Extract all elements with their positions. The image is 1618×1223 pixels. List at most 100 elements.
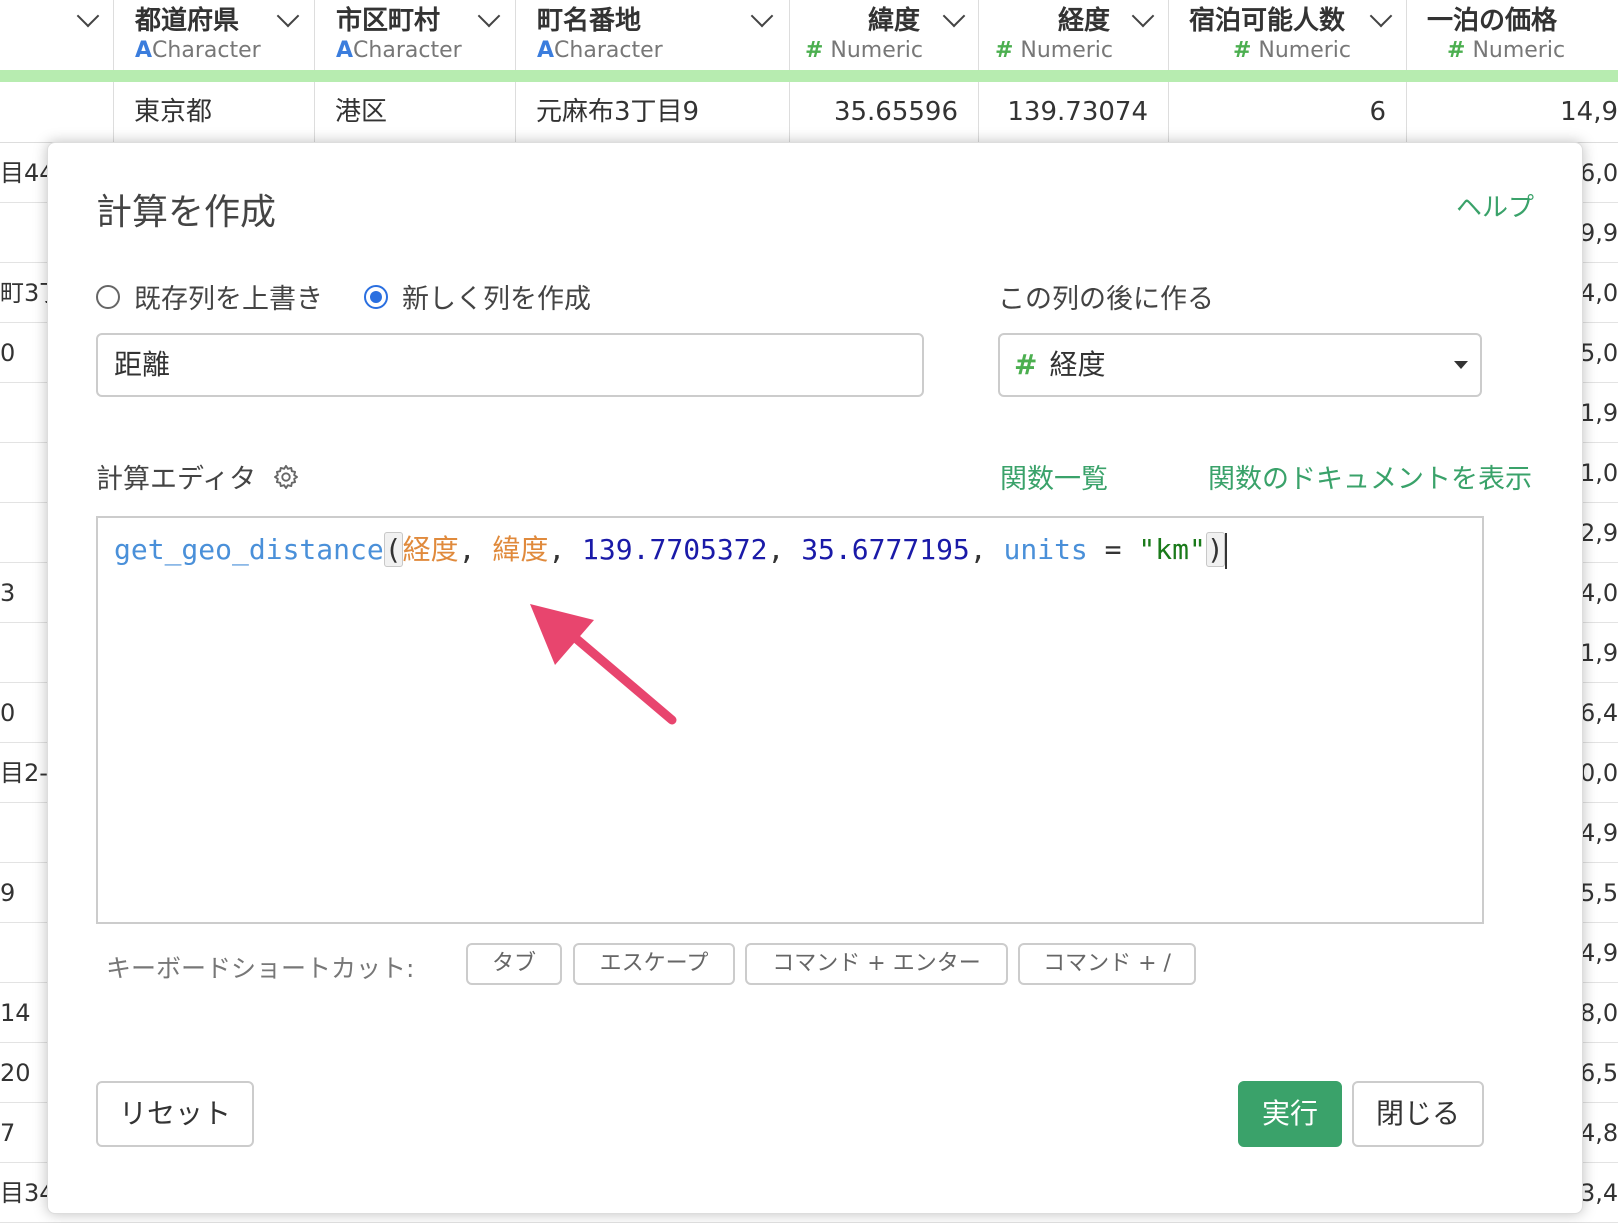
column-type: Numeric — [1472, 38, 1566, 63]
dialog-title: 計算を作成 — [96, 192, 277, 233]
table-cell: 6,5 — [1580, 1059, 1618, 1087]
column-name: 緯度 — [867, 6, 920, 36]
new-column-name-input[interactable]: 距離 — [96, 333, 924, 397]
column-name: 経度 — [1057, 6, 1110, 36]
numeric-type-icon: # — [994, 38, 1014, 63]
editor-label: 計算エディタ — [96, 464, 257, 495]
table-cell: 4,9 — [1580, 939, 1618, 967]
numeric-type-icon: # — [1447, 38, 1466, 63]
column-type: Numeric — [1020, 38, 1113, 63]
table-cell: 6,4 — [1580, 699, 1618, 727]
table-cell: 5,5 — [1580, 879, 1618, 907]
shortcut-label: キーボードショートカット: — [106, 954, 415, 983]
column-header-longitude[interactable]: 経度 # Numeric — [979, 0, 1169, 70]
shortcut-command-enter: コマンド + エンター — [745, 943, 1008, 985]
editor-header: 計算エディタ — [96, 457, 300, 496]
code-paren: ) — [1205, 532, 1225, 567]
table-cell: 9,9 — [1580, 219, 1618, 247]
chevron-down-icon[interactable] — [276, 4, 300, 28]
numeric-type-icon: # — [1014, 348, 1038, 381]
numeric-type-icon: # — [1232, 38, 1252, 63]
column-header-prefecture[interactable]: 都道府県 ACharacter — [114, 0, 315, 70]
table-header: 都道府県 ACharacter 市区町村 ACharacter 町名番地 ACh… — [0, 0, 1618, 70]
chevron-down-icon[interactable] — [477, 4, 501, 28]
radio-checked-icon[interactable] — [364, 284, 388, 309]
column-type: Numeric — [1258, 38, 1351, 63]
row-number-header[interactable] — [0, 0, 114, 70]
table-cell: 9 — [0, 879, 16, 907]
chevron-down-icon[interactable] — [942, 4, 966, 28]
table-cell: 6,0 — [1580, 159, 1618, 187]
code-column: 経度 — [402, 533, 459, 566]
chevron-down-icon[interactable] — [76, 4, 100, 28]
table-cell: 7 — [0, 1119, 16, 1147]
chevron-down-icon[interactable] — [1369, 4, 1393, 28]
radio-label: 新しく列を作成 — [402, 284, 591, 315]
insert-after-column-select[interactable]: # 経度 — [998, 333, 1482, 397]
chevron-down-icon[interactable] — [750, 4, 774, 28]
table-cell: 0 — [0, 699, 16, 727]
function-docs-link[interactable]: 関数のドキュメントを表示 — [1208, 457, 1532, 496]
column-type: Character — [554, 38, 663, 63]
column-type: Character — [353, 38, 462, 63]
column-type: Numeric — [830, 38, 923, 63]
table-cell: 4,9 — [1580, 819, 1618, 847]
table-cell: 元麻布3丁目9 — [516, 82, 790, 142]
table-cell: 港区 — [315, 82, 516, 142]
gear-icon[interactable] — [272, 463, 300, 491]
table-cell: 4,8 — [1580, 1119, 1618, 1147]
radio-create-new[interactable]: 新しく列を作成 — [364, 277, 591, 316]
help-link[interactable]: ヘルプ — [1456, 187, 1534, 224]
reset-button[interactable]: リセット — [96, 1081, 254, 1147]
shortcut-command-slash: コマンド + / — [1018, 943, 1196, 985]
table-cell: 35.65596 — [790, 82, 979, 142]
create-calculation-dialog: 計算を作成 ヘルプ 既存列を上書き 新しく列を作成 この列の後に作る 距離 # 経… — [47, 142, 1583, 1214]
radio-unchecked-icon[interactable] — [96, 284, 120, 309]
calculation-editor[interactable]: get_geo_distance(経度, 緯度, 139.7705372, 35… — [96, 516, 1484, 924]
table-cell: 139.73074 — [979, 82, 1169, 142]
column-type: Character — [152, 38, 261, 63]
code-argument: units — [1003, 533, 1088, 566]
function-list-link[interactable]: 関数一覧 — [1000, 457, 1108, 496]
character-type-icon: A — [135, 38, 153, 63]
table-cell: 東京都 — [114, 82, 315, 142]
table-cell: 5,0 — [1580, 339, 1618, 367]
column-name: 市区町村 — [336, 6, 441, 36]
table-cell — [0, 82, 114, 142]
insert-after-label: この列の後に作る — [998, 284, 1214, 315]
column-name: 都道府県 — [135, 6, 240, 36]
table-cell: 3,4 — [1580, 1179, 1618, 1207]
table-cell: 1,9 — [1580, 399, 1618, 427]
close-button[interactable]: 閉じる — [1352, 1081, 1484, 1147]
chevron-down-icon[interactable] — [1131, 4, 1155, 28]
table-cell: 6 — [1169, 82, 1407, 142]
code-number: 35.6777195 — [801, 533, 970, 566]
code-line[interactable]: get_geo_distance(経度, 緯度, 139.7705372, 35… — [114, 528, 1227, 572]
column-header-capacity[interactable]: 宿泊可能人数 # Numeric — [1169, 0, 1407, 70]
column-quality-bar — [0, 70, 1618, 82]
column-name: 一泊の価格 — [1427, 6, 1558, 36]
column-header-address[interactable]: 町名番地 ACharacter — [516, 0, 790, 70]
dropdown-caret-icon — [1454, 361, 1468, 369]
table-cell: 14,9 — [1560, 97, 1618, 127]
column-header-price[interactable]: 一泊の価格 # Numeric — [1407, 0, 1618, 70]
column-header-latitude[interactable]: 緯度 # Numeric — [790, 0, 979, 70]
radio-overwrite-existing[interactable]: 既存列を上書き — [96, 277, 323, 316]
radio-label: 既存列を上書き — [134, 284, 323, 315]
table-cell: 8,0 — [1580, 999, 1618, 1027]
table-cell: 4,0 — [1580, 579, 1618, 607]
table-cell: 0,0 — [1580, 759, 1618, 787]
run-button[interactable]: 実行 — [1238, 1081, 1342, 1147]
column-header-city[interactable]: 市区町村 ACharacter — [315, 0, 516, 70]
table-cell: 2,9 — [1580, 519, 1618, 547]
column-name: 宿泊可能人数 — [1189, 6, 1346, 36]
shortcut-escape: エスケープ — [573, 943, 735, 985]
numeric-type-icon: # — [804, 38, 824, 63]
code-paren: ( — [383, 532, 403, 567]
column-name: 町名番地 — [537, 6, 642, 36]
code-column: 緯度 — [492, 533, 549, 566]
code-function: get_geo_distance — [114, 533, 384, 566]
table-cell: 14 — [0, 999, 31, 1027]
table-row[interactable]: 東京都 港区 元麻布3丁目9 35.65596 139.73074 6 14,9 — [0, 82, 1618, 143]
table-cell: 3 — [0, 579, 16, 607]
